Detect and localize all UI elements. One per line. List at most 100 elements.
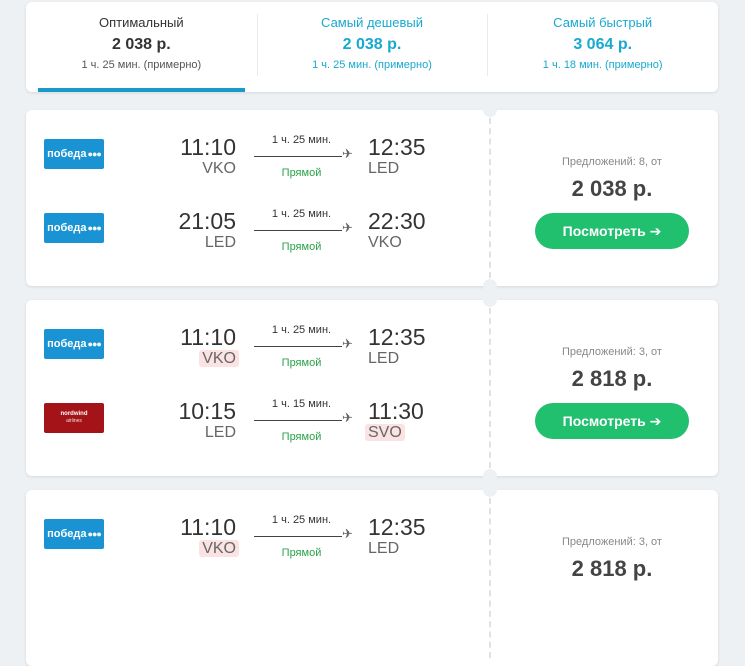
- flight-duration: 1 ч. 25 мин.: [271, 208, 332, 220]
- flight-type: Прямой: [281, 167, 322, 179]
- departure-time: 11:10: [180, 324, 236, 350]
- arrival-time: 12:35: [368, 324, 426, 350]
- ticket-notch: [483, 483, 497, 497]
- ticket-price: 2 818 р.: [571, 366, 653, 391]
- arrival-time: 12:35: [368, 134, 426, 160]
- airplane-icon: ✈: [342, 336, 353, 351]
- ticket-card[interactable]: победа ●●● 11:10 VKO 1 ч. 25 мин. ✈ Прямо…: [26, 483, 718, 666]
- nordwind-logo: nordwind airlines: [44, 403, 104, 433]
- tab-price: 3 064 р.: [573, 36, 633, 53]
- flight-segment: победа ●●● 11:10 VKO 1 ч. 25 мин. ✈ Прямо…: [26, 132, 486, 182]
- tab-cheapest[interactable]: Самый дешевый 2 038 р. 1 ч. 25 мин. (при…: [256, 2, 488, 92]
- flight-segment: nordwind airlines 10:15 LED 1 ч. 15 мин. …: [26, 396, 486, 446]
- departure-time: 11:10: [180, 134, 236, 160]
- tab-duration: 1 ч. 25 мин. (примерно): [81, 59, 202, 71]
- offers-count: Предложений: 3, от: [562, 536, 662, 548]
- flight-duration: 1 ч. 15 мин.: [271, 398, 332, 410]
- departure-airport: VKO: [174, 349, 239, 369]
- tab-duration: 1 ч. 25 мин. (примерно): [312, 59, 432, 71]
- departure-airport: VKO: [174, 539, 239, 559]
- active-tab-indicator: [38, 88, 245, 92]
- ticket-notch: [483, 103, 497, 117]
- flight-segment: победа ●●● 11:10 VKO 1 ч. 25 мин. ✈ Прямо…: [26, 512, 486, 562]
- airline-subname: airlines: [66, 418, 82, 424]
- ticket-divider: [489, 498, 491, 658]
- airport-code: LED: [204, 424, 236, 441]
- arrival-time: 11:30: [368, 398, 424, 424]
- route-line: [254, 346, 342, 347]
- arrival-airport: LED: [368, 539, 448, 559]
- tab-price: 2 038 р.: [111, 36, 171, 53]
- airport-code-highlighted: VKO: [199, 540, 239, 557]
- offer-panel: Предложений: 3, от 2 818 р. Посмотреть ➔: [506, 300, 718, 439]
- ticket-notch: [483, 469, 497, 483]
- airport-code-highlighted: SVO: [365, 424, 405, 441]
- route-line: [254, 230, 342, 231]
- arrival-airport: SVO: [365, 423, 448, 443]
- tab-duration: 1 ч. 18 мин. (примерно): [542, 59, 663, 71]
- ticket-card[interactable]: победа ●●● 11:10 VKO 1 ч. 25 мин. ✈ Прямо…: [26, 293, 718, 483]
- route-line: [254, 420, 342, 421]
- airport-code: LED: [368, 350, 400, 367]
- flight-segment: победа ●●● 21:05 LED 1 ч. 25 мин. ✈ Прямо…: [26, 206, 486, 256]
- airline-name: nordwind: [60, 411, 88, 417]
- tab-label: Самый быстрый: [553, 15, 653, 30]
- arrival-time: 12:35: [368, 514, 426, 540]
- airplane-icon: ✈: [342, 220, 353, 235]
- view-button[interactable]: Посмотреть ➔: [535, 213, 689, 249]
- ticket-price: 2 038 р.: [571, 176, 653, 201]
- ticket-notch: [483, 293, 497, 307]
- view-button[interactable]: Посмотреть ➔: [535, 403, 689, 439]
- pobeda-logo: победа ●●●: [44, 329, 104, 359]
- ticket-divider: [489, 118, 491, 278]
- departure-airport: LED: [174, 423, 236, 443]
- pobeda-logo: победа ●●●: [44, 519, 104, 549]
- tab-label: Самый дешевый: [321, 15, 423, 30]
- offers-count: Предложений: 8, от: [562, 156, 662, 168]
- airplane-icon: ✈: [342, 410, 353, 425]
- tab-optimal[interactable]: Оптимальный 2 038 р. 1 ч. 25 мин. (приме…: [26, 2, 257, 92]
- offers-count: Предложений: 3, от: [562, 346, 662, 358]
- pobeda-logo: победа ●●●: [44, 213, 104, 243]
- route-line: [254, 156, 342, 157]
- airport-code: VKO: [202, 160, 236, 177]
- flight-duration: 1 ч. 25 мин.: [271, 324, 332, 336]
- pobeda-logo: победа ●●●: [44, 139, 104, 169]
- ticket-notch: [483, 279, 497, 293]
- ticket-card[interactable]: победа ●●● 11:10 VKO 1 ч. 25 мин. ✈ Прямо…: [26, 103, 718, 293]
- airplane-icon: ✈: [342, 146, 353, 161]
- departure-time: 11:10: [180, 514, 236, 540]
- departure-time: 21:05: [178, 208, 236, 234]
- airport-code: LED: [368, 160, 400, 177]
- flight-type: Прямой: [281, 357, 322, 369]
- airplane-icon: ✈: [342, 526, 353, 541]
- offer-panel: Предложений: 3, от 2 818 р.: [506, 490, 718, 582]
- airline-name: победа: [47, 148, 87, 160]
- flight-duration: 1 ч. 25 мин.: [271, 514, 332, 526]
- sort-tabs: Оптимальный 2 038 р. 1 ч. 25 мин. (приме…: [26, 2, 718, 92]
- route-line: [254, 536, 342, 537]
- offer-panel: Предложений: 8, от 2 038 р. Посмотреть ➔: [506, 110, 718, 249]
- airport-code: VKO: [368, 234, 402, 251]
- arrival-time: 22:30: [368, 208, 426, 234]
- arrival-airport: LED: [368, 159, 448, 179]
- tab-price: 2 038 р.: [342, 36, 402, 53]
- flight-segment: победа ●●● 11:10 VKO 1 ч. 25 мин. ✈ Прямо…: [26, 322, 486, 372]
- departure-airport: LED: [174, 233, 236, 253]
- departure-airport: VKO: [174, 159, 236, 179]
- flight-duration: 1 ч. 25 мин.: [271, 134, 332, 146]
- airline-name: победа: [47, 338, 87, 350]
- flight-type: Прямой: [281, 431, 322, 443]
- departure-time: 10:15: [178, 398, 236, 424]
- airline-name: победа: [47, 528, 87, 540]
- airport-code: LED: [204, 234, 236, 251]
- ticket-divider: [489, 308, 491, 468]
- arrival-airport: LED: [368, 349, 448, 369]
- flight-type: Прямой: [281, 547, 322, 559]
- airport-code-highlighted: VKO: [199, 350, 239, 367]
- arrival-airport: VKO: [368, 233, 448, 253]
- tab-fastest[interactable]: Самый быстрый 3 064 р. 1 ч. 18 мин. (при…: [487, 2, 718, 92]
- airport-code: LED: [368, 540, 400, 557]
- flight-type: Прямой: [281, 241, 322, 253]
- airline-name: победа: [47, 222, 87, 234]
